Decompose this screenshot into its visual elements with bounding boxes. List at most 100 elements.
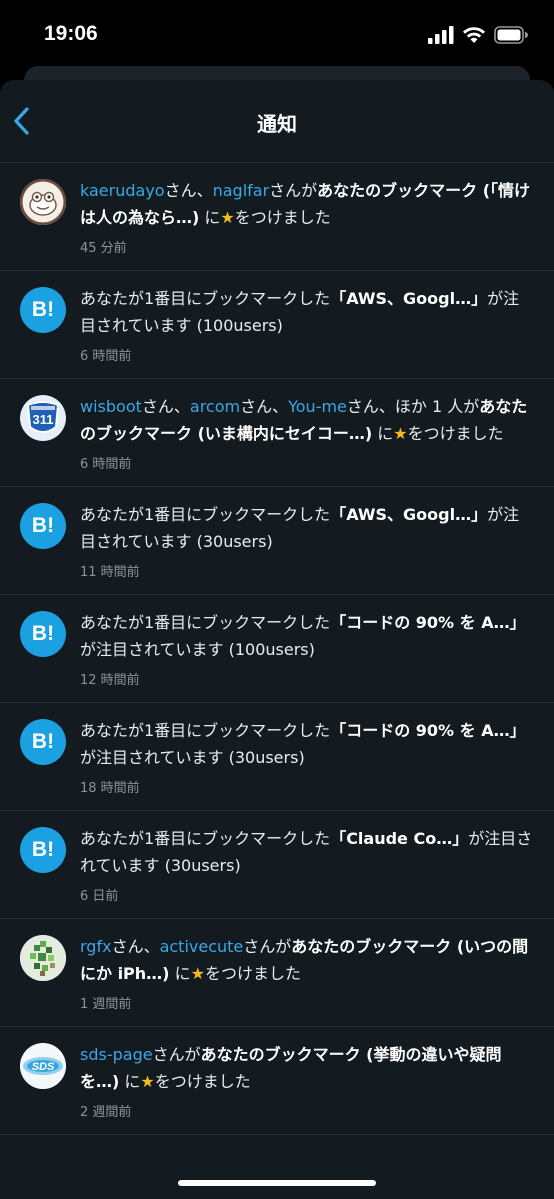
separator-text: さん、 xyxy=(240,397,289,416)
timestamp: 6 時間前 xyxy=(80,457,132,472)
user-link[interactable]: rgfx xyxy=(80,937,112,956)
user-avatar[interactable]: 311 xyxy=(20,395,66,441)
notification-content: あなたが1番目にブックマークした「AWS、Googl…」が注目されています (1… xyxy=(80,285,534,364)
notification-message: あなたが1番目にブックマークした「Claude Co…」が注目されています (3… xyxy=(80,825,534,879)
notification-content: あなたが1番目にブックマークした「コードの 90% を A…」が注目されています… xyxy=(80,717,534,796)
navigation-bar: 通知 xyxy=(0,80,554,163)
message-text: に xyxy=(169,964,191,983)
notification-content: wisbootさん、arcomさん、You-meさん、ほか 1 人があなたのブッ… xyxy=(80,393,534,472)
user-link[interactable]: You-me xyxy=(288,397,347,416)
user-avatar[interactable] xyxy=(20,935,66,981)
pixel-art-avatar-image xyxy=(20,935,66,981)
star-icon: ★ xyxy=(393,424,408,443)
entry-title: 「コードの 90% を A…」 xyxy=(330,721,526,740)
star-icon: ★ xyxy=(140,1072,155,1091)
notification-message: あなたが1番目にブックマークした「コードの 90% を A…」が注目されています… xyxy=(80,609,534,663)
timestamp: 11 時間前 xyxy=(80,565,140,580)
user-link[interactable]: arcom xyxy=(190,397,240,416)
notification-content: あなたが1番目にブックマークした「Claude Co…」が注目されています (3… xyxy=(80,825,534,904)
user-link[interactable]: kaerudayo xyxy=(80,181,165,200)
notification-content: あなたが1番目にブックマークした「コードの 90% を A…」が注目されています… xyxy=(80,609,534,688)
message-text: が注目されています (100users) xyxy=(80,640,315,659)
timestamp: 6 日前 xyxy=(80,889,119,904)
timestamp: 18 時間前 xyxy=(80,781,140,796)
notification-content: rgfxさん、activecuteさんがあなたのブックマーク (いつの間にか i… xyxy=(80,933,534,1012)
user-link[interactable]: wisboot xyxy=(80,397,142,416)
notification-item[interactable]: B! あなたが1番目にブックマークした「AWS、Googl…」が注目されています… xyxy=(0,271,554,379)
hatena-bookmark-icon: B! xyxy=(20,719,66,765)
page-title: 通知 xyxy=(257,112,297,136)
notifications-sheet: 通知 kaerudayoさん、naglfarさんがあなたのブックマーク (「情け… xyxy=(0,80,554,1199)
message-text: あなたが1番目にブックマークした xyxy=(80,829,331,848)
separator-text: さん、 xyxy=(141,397,190,416)
notification-content: kaerudayoさん、naglfarさんがあなたのブックマーク (「情けは人の… xyxy=(80,177,534,256)
timestamp: 6 時間前 xyxy=(80,349,132,364)
message-text: をつけました xyxy=(407,424,504,443)
message-text: に xyxy=(199,208,221,227)
notification-item[interactable]: kaerudayoさん、naglfarさんがあなたのブックマーク (「情けは人の… xyxy=(0,163,554,271)
svg-text:311: 311 xyxy=(33,412,54,427)
user-link[interactable]: sds-page xyxy=(80,1045,153,1064)
notification-item[interactable]: 311 wisbootさん、arcomさん、You-meさん、ほか 1 人があな… xyxy=(0,379,554,487)
star-icon: ★ xyxy=(190,964,205,983)
hatena-bookmark-icon: B! xyxy=(20,827,66,873)
route-sign-avatar-image: 311 xyxy=(20,395,66,441)
message-text: が注目されています (30users) xyxy=(80,748,305,767)
message-text: をつけました xyxy=(234,208,331,227)
separator-text: さんが xyxy=(152,1045,201,1064)
notification-item[interactable]: B! あなたが1番目にブックマークした「Claude Co…」が注目されています… xyxy=(0,811,554,919)
star-icon: ★ xyxy=(220,208,235,227)
user-link[interactable]: activecute xyxy=(160,937,244,956)
svg-text:SDS: SDS xyxy=(32,1061,55,1073)
message-text: をつけました xyxy=(154,1072,251,1091)
notification-item[interactable]: B! あなたが1番目にブックマークした「AWS、Googl…」が注目されています… xyxy=(0,487,554,595)
notification-item[interactable]: B! あなたが1番目にブックマークした「コードの 90% を A…」が注目されて… xyxy=(0,595,554,703)
timestamp: 45 分前 xyxy=(80,241,127,256)
entry-title: 「AWS、Googl…」 xyxy=(330,289,488,308)
entry-title: 「AWS、Googl…」 xyxy=(330,505,488,524)
message-text: あなたが1番目にブックマークした xyxy=(80,505,331,524)
sds-logo-avatar-image: SDS xyxy=(20,1043,66,1089)
hatena-bookmark-icon: B! xyxy=(20,503,66,549)
notification-item[interactable]: rgfxさん、activecuteさんがあなたのブックマーク (いつの間にか i… xyxy=(0,919,554,1027)
notification-item[interactable]: SDS sds-pageさんがあなたのブックマーク (挙動の違いや疑問を…) に… xyxy=(0,1027,554,1135)
notification-content: あなたが1番目にブックマークした「AWS、Googl…」が注目されています (3… xyxy=(80,501,534,580)
status-time: 19:06 xyxy=(44,22,98,45)
notification-message: wisbootさん、arcomさん、You-meさん、ほか 1 人があなたのブッ… xyxy=(80,393,534,447)
entry-title: 「Claude Co…」 xyxy=(330,829,469,848)
entry-title: 「コードの 90% を A…」 xyxy=(330,613,526,632)
separator-text: さんが xyxy=(243,937,292,956)
home-indicator xyxy=(178,1180,376,1186)
wifi-icon xyxy=(463,27,485,43)
user-avatar[interactable] xyxy=(20,179,66,225)
message-text: をつけました xyxy=(204,964,301,983)
notification-list: kaerudayoさん、naglfarさんがあなたのブックマーク (「情けは人の… xyxy=(0,163,554,1135)
notification-message: あなたが1番目にブックマークした「AWS、Googl…」が注目されています (3… xyxy=(80,501,534,555)
message-text: あなたが1番目にブックマークした xyxy=(80,289,331,308)
message-text: に xyxy=(372,424,394,443)
message-text: に xyxy=(119,1072,141,1091)
notification-item[interactable]: B! あなたが1番目にブックマークした「コードの 90% を A…」が注目されて… xyxy=(0,703,554,811)
hatena-bookmark-icon: B! xyxy=(20,287,66,333)
hatena-bookmark-icon: B! xyxy=(20,611,66,657)
user-avatar[interactable]: SDS xyxy=(20,1043,66,1089)
timestamp: 2 週間前 xyxy=(80,1105,132,1120)
notification-content: sds-pageさんがあなたのブックマーク (挙動の違いや疑問を…) に★をつけ… xyxy=(80,1041,534,1120)
notification-message: sds-pageさんがあなたのブックマーク (挙動の違いや疑問を…) に★をつけ… xyxy=(80,1041,534,1095)
separator-text: さん、 xyxy=(111,937,160,956)
notification-message: kaerudayoさん、naglfarさんがあなたのブックマーク (「情けは人の… xyxy=(80,177,534,231)
notification-message: あなたが1番目にブックマークした「コードの 90% を A…」が注目されています… xyxy=(80,717,534,771)
separator-text: さんが xyxy=(269,181,318,200)
separator-text: さん、 xyxy=(164,181,213,200)
message-text: あなたが1番目にブックマークした xyxy=(80,721,331,740)
separator-text: さん、ほか 1 人が xyxy=(346,397,480,416)
timestamp: 1 週間前 xyxy=(80,997,132,1012)
frog-avatar-image xyxy=(20,179,66,225)
status-bar: 19:06 xyxy=(0,0,554,70)
timestamp: 12 時間前 xyxy=(80,673,140,688)
message-text: あなたが1番目にブックマークした xyxy=(80,613,331,632)
notification-message: あなたが1番目にブックマークした「AWS、Googl…」が注目されています (1… xyxy=(80,285,534,339)
battery-icon xyxy=(494,26,528,44)
notification-message: rgfxさん、activecuteさんがあなたのブックマーク (いつの間にか i… xyxy=(80,933,534,987)
user-link[interactable]: naglfar xyxy=(213,181,270,200)
